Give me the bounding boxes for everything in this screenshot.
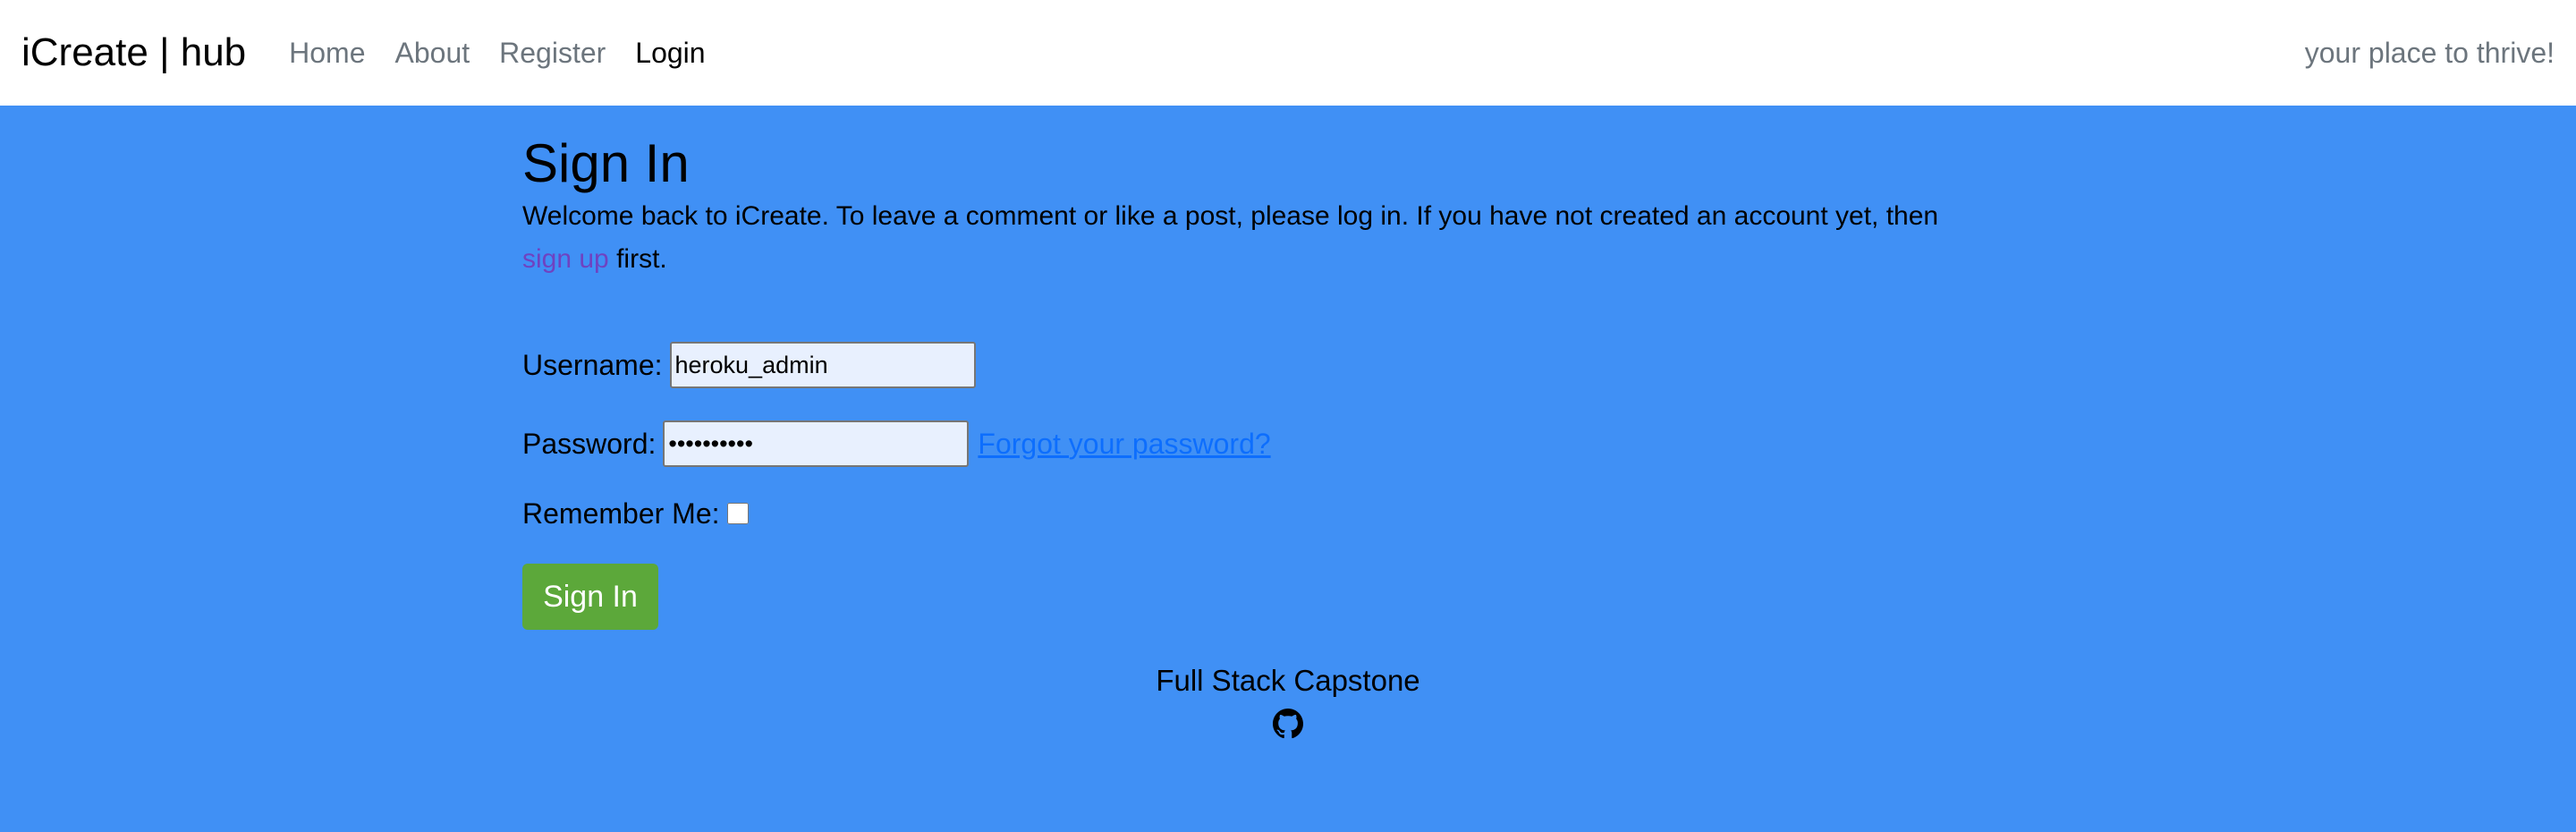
signup-link[interactable]: sign up bbox=[522, 244, 609, 274]
intro-text: Welcome back to iCreate. To leave a comm… bbox=[522, 201, 1939, 231]
nav-link-home[interactable]: Home bbox=[289, 37, 365, 70]
nav-link-about[interactable]: About bbox=[395, 37, 470, 70]
footer: Full Stack Capstone bbox=[0, 664, 2576, 743]
nav-link-register[interactable]: Register bbox=[499, 37, 606, 70]
password-label: Password: bbox=[522, 427, 657, 460]
remember-checkbox[interactable] bbox=[726, 503, 749, 524]
main-content: Sign In Welcome back to iCreate. To leav… bbox=[522, 134, 2061, 630]
intro-suffix: first. bbox=[616, 244, 667, 274]
username-label: Username: bbox=[522, 348, 663, 381]
github-icon[interactable] bbox=[1273, 709, 1303, 739]
nav-links: Home About Register Login bbox=[289, 37, 734, 70]
intro-paragraph: Welcome back to iCreate. To leave a comm… bbox=[522, 195, 2061, 281]
username-input[interactable] bbox=[669, 342, 976, 388]
sign-in-button[interactable]: Sign In bbox=[522, 564, 658, 630]
navbar-tagline: your place to thrive! bbox=[2304, 36, 2555, 69]
password-row: Password: Forgot your password? bbox=[522, 419, 2061, 469]
remember-label: Remember Me: bbox=[522, 497, 720, 530]
username-row: Username: bbox=[522, 340, 2061, 390]
brand-logo[interactable]: iCreate | hub bbox=[21, 30, 246, 75]
footer-title: Full Stack Capstone bbox=[1156, 664, 1420, 697]
forgot-password-link[interactable]: Forgot your password? bbox=[978, 428, 1270, 461]
password-input[interactable] bbox=[663, 420, 970, 467]
login-form: Username: Password: Forgot your password… bbox=[522, 340, 2061, 630]
page-title: Sign In bbox=[522, 133, 690, 193]
navbar: iCreate | hub Home About Register Login … bbox=[0, 0, 2576, 106]
remember-row: Remember Me: bbox=[522, 496, 2061, 531]
nav-link-login[interactable]: Login bbox=[635, 37, 705, 70]
